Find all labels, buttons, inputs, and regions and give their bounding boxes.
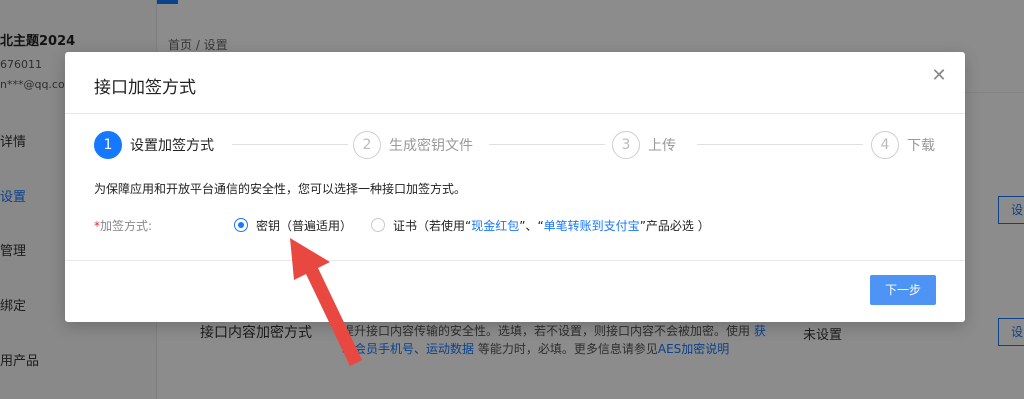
arrow-shape (290, 238, 362, 366)
annotation-arrow-icon (290, 238, 362, 366)
